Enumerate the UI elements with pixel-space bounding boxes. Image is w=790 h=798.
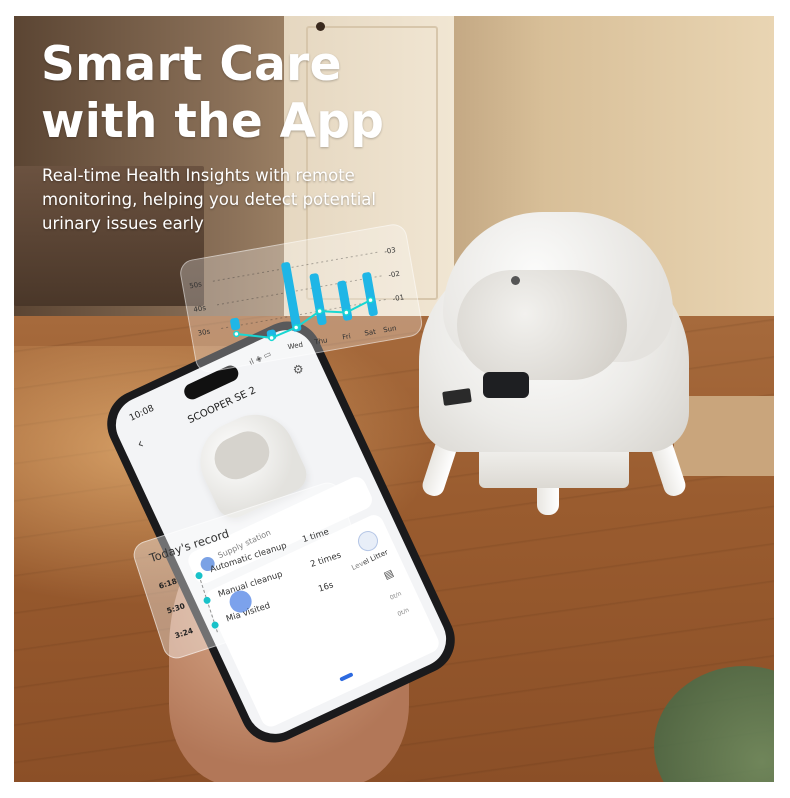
record-time: 5:30 bbox=[165, 601, 187, 616]
y-tick-left: 50s bbox=[189, 280, 203, 290]
subtitle-line-2: monitoring, helping you detect potential bbox=[42, 190, 376, 209]
y-tick-right: -01 bbox=[392, 293, 405, 303]
trend-point bbox=[292, 324, 300, 331]
timeline-dot-icon bbox=[202, 595, 212, 605]
timeline-dot-icon bbox=[194, 571, 204, 581]
record-value: 16s bbox=[317, 580, 335, 595]
trend-point bbox=[367, 296, 374, 304]
timeline-dot-icon bbox=[210, 620, 220, 630]
bar bbox=[230, 317, 241, 331]
subtitle-line-3: urinary issues early bbox=[42, 214, 204, 233]
baseboard bbox=[674, 396, 774, 476]
x-tick: Fri bbox=[342, 332, 352, 341]
y-tick-right: -02 bbox=[388, 270, 401, 280]
trend-point bbox=[268, 334, 275, 342]
bar bbox=[362, 272, 378, 317]
record-event: Mia visited bbox=[224, 600, 272, 625]
x-tick: Sat bbox=[364, 328, 377, 338]
device-control-panel bbox=[483, 372, 529, 398]
device-opening bbox=[457, 270, 627, 380]
device-sensor bbox=[511, 276, 520, 285]
x-tick: Sun bbox=[383, 324, 398, 334]
document-icon[interactable]: ▤ bbox=[382, 568, 395, 582]
litter-box-device bbox=[419, 212, 689, 515]
headline-line-1: Smart Care bbox=[41, 37, 342, 92]
subtitle-line-1: Real-time Health Insights with remote bbox=[42, 166, 355, 185]
mini-label: 0t/n bbox=[388, 590, 403, 602]
record-value: 2 times bbox=[309, 550, 343, 570]
bar bbox=[281, 262, 302, 332]
door-knob bbox=[316, 22, 325, 31]
headline-line-2: with the App bbox=[41, 94, 385, 149]
record-value: 1 time bbox=[301, 527, 331, 546]
y-tick-left: 40s bbox=[193, 304, 207, 314]
trend-line bbox=[236, 299, 372, 339]
status-time: 10:08 bbox=[128, 403, 156, 424]
x-tick: Wed bbox=[287, 341, 303, 352]
x-tick: Thu bbox=[313, 336, 328, 346]
y-tick-left: 30s bbox=[197, 327, 211, 337]
grid-line bbox=[216, 274, 385, 306]
grid-line bbox=[212, 251, 381, 282]
headline: Smart Care with the App bbox=[41, 36, 384, 150]
record-time: 6:18 bbox=[157, 576, 179, 591]
product-opening bbox=[207, 424, 277, 487]
trend-point bbox=[316, 307, 323, 315]
trend-point bbox=[343, 309, 350, 316]
y-tick-right: -03 bbox=[384, 246, 397, 256]
record-time: 3:24 bbox=[173, 625, 195, 641]
mini-label: 0t/n bbox=[396, 606, 411, 619]
trend-point bbox=[233, 330, 240, 338]
subtitle: Real-time Health Insights with remote mo… bbox=[42, 164, 442, 236]
